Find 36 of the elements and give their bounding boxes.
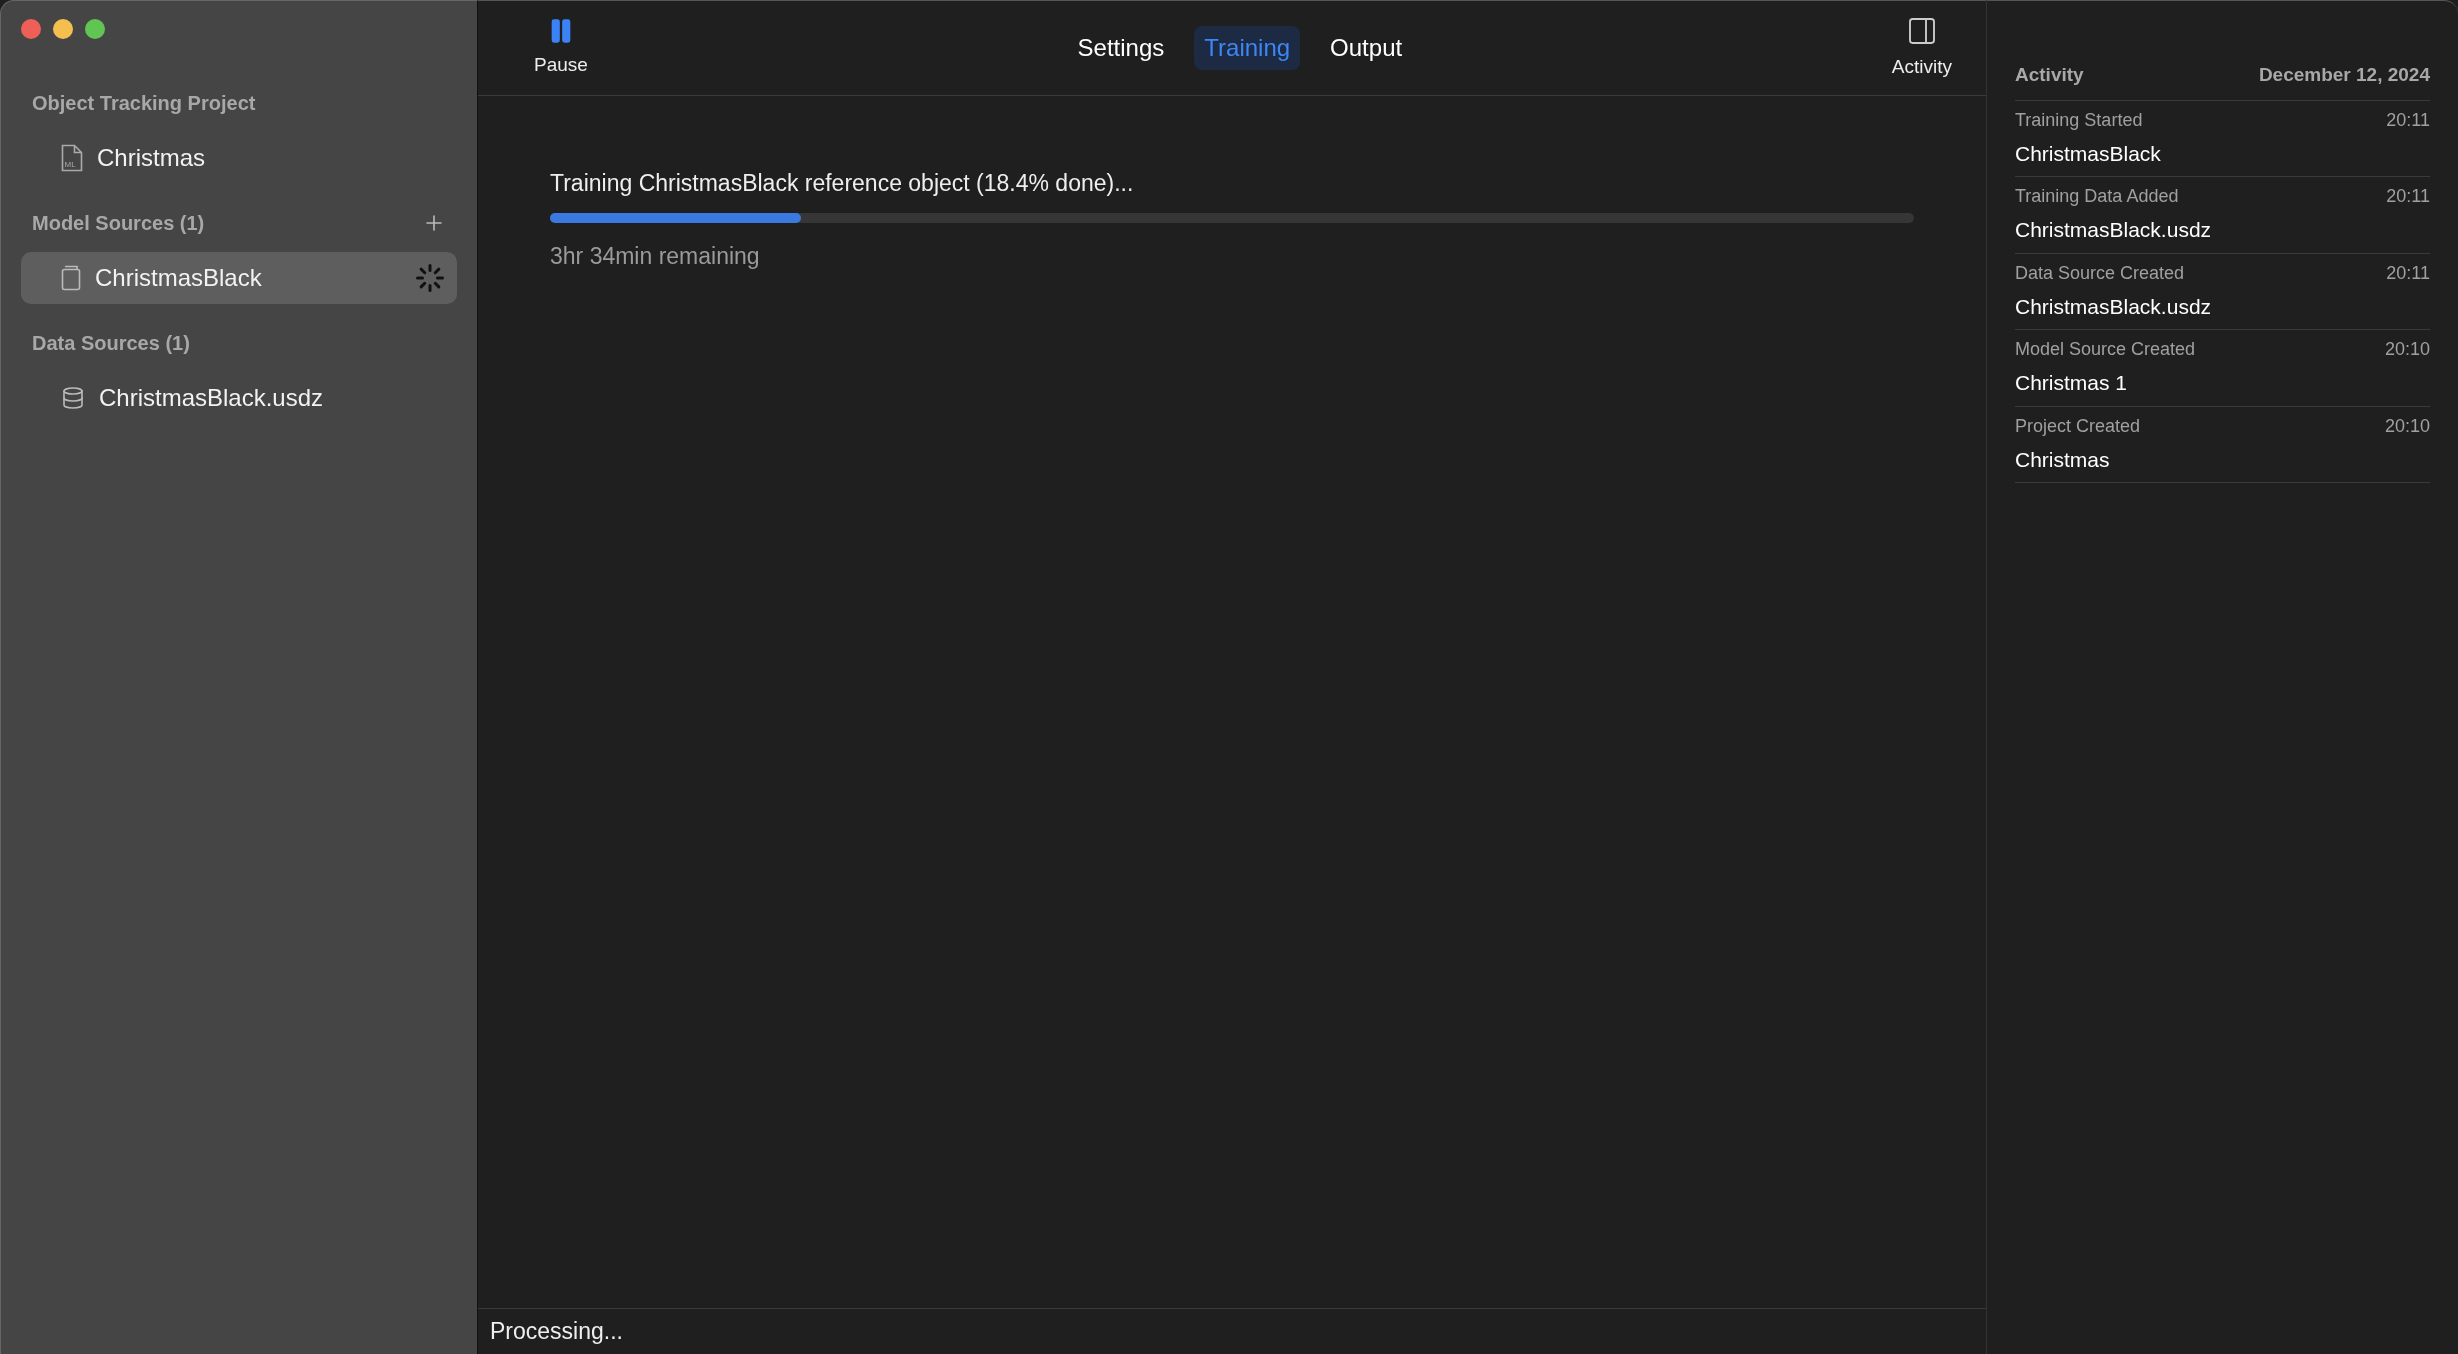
activity-heading: Activity	[2015, 63, 2084, 87]
event-type: Project Created	[2015, 414, 2141, 438]
tab[interactable]: Training	[1194, 26, 1301, 70]
event-time: 20:11	[2386, 261, 2430, 285]
activity-toggle-button[interactable]: Activity	[1891, 14, 1952, 82]
event-type: Training Data Added	[2015, 185, 2179, 208]
event-subject: Christmas	[2015, 446, 2111, 473]
event-time: 20:10	[2384, 414, 2430, 438]
section-heading: Data Sources (1)	[32, 331, 190, 356]
pause-button[interactable]: Pause	[534, 16, 588, 80]
tab[interactable]: Output	[1320, 26, 1413, 70]
section-heading: Object Tracking Project	[32, 91, 256, 116]
training-status-text: Training ChristmasBlack reference object (18.4% done)...	[550, 169, 1135, 198]
container-icon	[61, 265, 81, 291]
event-type: Model Source Created	[2015, 338, 2196, 361]
event-subject: ChristmasBlack.usdz	[2015, 293, 2213, 320]
event-subject: ChristmasBlack.usdz	[2015, 217, 2213, 243]
sidebar-item[interactable]: ChristmasBlack.usdz	[21, 372, 457, 424]
event-subject: Christmas 1	[2015, 370, 2129, 396]
activity-date: December 12, 2024	[2258, 63, 2430, 87]
database-icon	[61, 386, 85, 410]
section-heading: Model Sources (1)	[32, 211, 205, 236]
minimize-window-icon[interactable]	[53, 19, 73, 39]
event-type: Data Source Created	[2015, 261, 2185, 285]
event-subject: ChristmasBlack	[2015, 140, 2162, 167]
sidebar-item[interactable]: ChristmasBlack	[21, 252, 457, 304]
close-window-icon[interactable]	[21, 19, 41, 39]
event-time: 20:10	[2384, 338, 2430, 361]
sidebar-item[interactable]: ML Christmas	[21, 132, 457, 184]
remaining-time-text: 3hr 34min remaining	[550, 241, 761, 271]
tab[interactable]: Settings	[1067, 26, 1175, 70]
event-time: 20:11	[2386, 185, 2430, 208]
event-type: Training Started	[2015, 108, 2143, 132]
event-time: 20:11	[2386, 108, 2430, 132]
zoom-window-icon[interactable]	[85, 19, 105, 39]
status-bar-text: Processing...	[490, 1317, 623, 1347]
